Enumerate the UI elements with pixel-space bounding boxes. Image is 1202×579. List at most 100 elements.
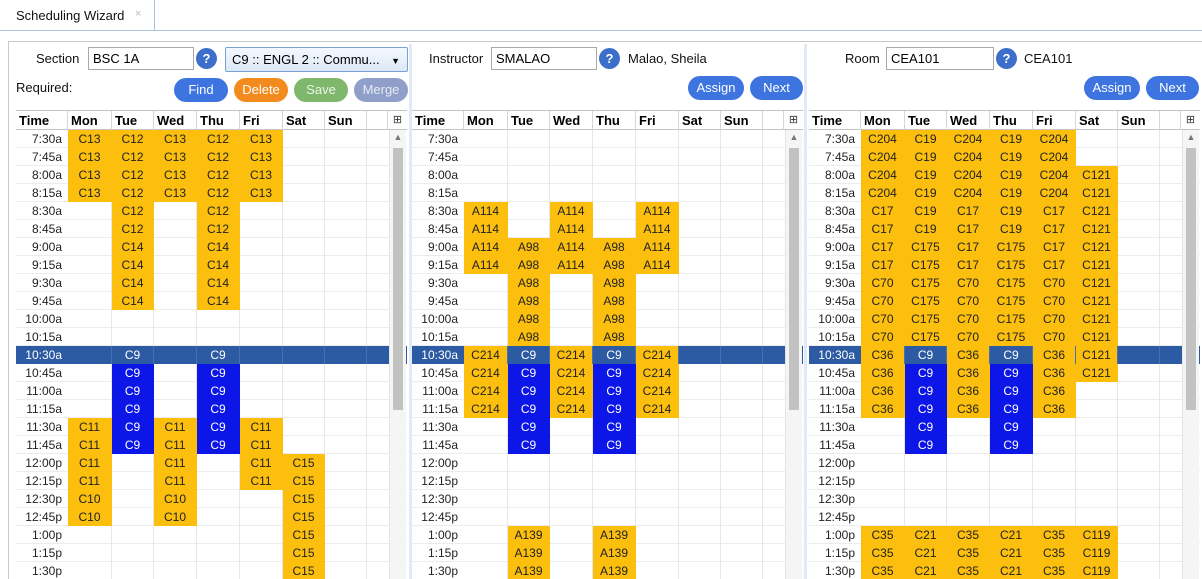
- empty-slot[interactable]: [636, 472, 679, 490]
- empty-slot[interactable]: [593, 220, 636, 238]
- empty-slot[interactable]: [154, 400, 197, 418]
- empty-slot[interactable]: [593, 508, 636, 526]
- schedule-block[interactable]: A98: [508, 328, 550, 346]
- schedule-block[interactable]: C121: [1076, 346, 1118, 364]
- empty-slot[interactable]: [325, 382, 367, 400]
- schedule-block[interactable]: C204: [947, 166, 990, 184]
- empty-slot[interactable]: [197, 328, 240, 346]
- empty-slot[interactable]: [283, 382, 325, 400]
- schedule-block[interactable]: C21: [905, 562, 947, 579]
- empty-slot[interactable]: [197, 526, 240, 544]
- schedule-block[interactable]: A114: [550, 256, 593, 274]
- room-next-button[interactable]: Next: [1146, 76, 1199, 100]
- schedule-block[interactable]: C121: [1076, 238, 1118, 256]
- schedule-block[interactable]: C35: [947, 544, 990, 562]
- schedule-block[interactable]: A98: [508, 256, 550, 274]
- column-chooser-icon[interactable]: ⊞: [387, 111, 407, 130]
- schedule-block[interactable]: C214: [464, 364, 508, 382]
- empty-slot[interactable]: [68, 328, 112, 346]
- schedule-block[interactable]: C19: [905, 148, 947, 166]
- table-row[interactable]: 8:30a C17 C19 C17 C19 C17 C121: [809, 202, 1200, 220]
- schedule-block[interactable]: A139: [593, 562, 636, 579]
- schedule-block[interactable]: C204: [1033, 148, 1076, 166]
- empty-slot[interactable]: [550, 328, 593, 346]
- schedule-block[interactable]: C70: [1033, 310, 1076, 328]
- empty-slot[interactable]: [721, 130, 763, 148]
- empty-slot[interactable]: [905, 454, 947, 472]
- schedule-block[interactable]: C9: [508, 418, 550, 436]
- schedule-block[interactable]: C9: [990, 346, 1033, 364]
- schedule-block[interactable]: C17: [1033, 256, 1076, 274]
- schedule-block[interactable]: C9: [905, 364, 947, 382]
- schedule-block[interactable]: C14: [112, 238, 154, 256]
- schedule-block[interactable]: C11: [154, 472, 197, 490]
- empty-slot[interactable]: [679, 328, 721, 346]
- schedule-block[interactable]: C11: [154, 418, 197, 436]
- table-row[interactable]: 12:30p: [809, 490, 1200, 508]
- empty-slot[interactable]: [112, 454, 154, 472]
- empty-slot[interactable]: [636, 130, 679, 148]
- schedule-block[interactable]: C15: [283, 454, 325, 472]
- schedule-block[interactable]: C9: [593, 346, 636, 364]
- empty-slot[interactable]: [636, 562, 679, 579]
- instructor-input[interactable]: [491, 47, 597, 70]
- table-row[interactable]: 12:00p: [809, 454, 1200, 472]
- schedule-block[interactable]: C9: [593, 418, 636, 436]
- empty-slot[interactable]: [325, 526, 367, 544]
- empty-slot[interactable]: [112, 544, 154, 562]
- empty-slot[interactable]: [721, 544, 763, 562]
- schedule-block[interactable]: A114: [464, 238, 508, 256]
- empty-slot[interactable]: [325, 184, 367, 202]
- table-row[interactable]: 9:15a C14 C14: [16, 256, 407, 274]
- empty-slot[interactable]: [861, 454, 905, 472]
- table-row[interactable]: 1:30p C15: [16, 562, 407, 579]
- table-row[interactable]: 12:00p: [412, 454, 803, 472]
- schedule-block[interactable]: C70: [1033, 328, 1076, 346]
- table-row[interactable]: 9:45a C14 C14: [16, 292, 407, 310]
- scrollbar-thumb[interactable]: [789, 148, 799, 410]
- empty-slot[interactable]: [550, 166, 593, 184]
- empty-slot[interactable]: [1118, 382, 1160, 400]
- schedule-block[interactable]: A114: [550, 202, 593, 220]
- schedule-block[interactable]: C121: [1076, 292, 1118, 310]
- schedule-block[interactable]: C19: [990, 220, 1033, 238]
- schedule-block[interactable]: C9: [905, 418, 947, 436]
- column-header-sat[interactable]: Sat: [283, 111, 325, 130]
- table-row[interactable]: 1:00p C35 C21 C35 C21 C35 C119: [809, 526, 1200, 544]
- empty-slot[interactable]: [636, 292, 679, 310]
- schedule-block[interactable]: C15: [283, 544, 325, 562]
- empty-slot[interactable]: [1076, 508, 1118, 526]
- schedule-block[interactable]: C19: [990, 148, 1033, 166]
- empty-slot[interactable]: [1076, 454, 1118, 472]
- schedule-block[interactable]: C36: [861, 400, 905, 418]
- empty-slot[interactable]: [1118, 310, 1160, 328]
- empty-slot[interactable]: [550, 508, 593, 526]
- schedule-block[interactable]: C9: [990, 418, 1033, 436]
- schedule-block[interactable]: C175: [990, 292, 1033, 310]
- schedule-block[interactable]: C214: [636, 382, 679, 400]
- empty-slot[interactable]: [154, 562, 197, 579]
- empty-slot[interactable]: [721, 184, 763, 202]
- empty-slot[interactable]: [508, 184, 550, 202]
- table-row[interactable]: 1:00p C15: [16, 526, 407, 544]
- empty-slot[interactable]: [636, 508, 679, 526]
- table-row[interactable]: 7:30a: [412, 130, 803, 148]
- empty-slot[interactable]: [1076, 382, 1118, 400]
- schedule-block[interactable]: C12: [112, 148, 154, 166]
- schedule-block[interactable]: C70: [861, 328, 905, 346]
- schedule-block[interactable]: A98: [508, 238, 550, 256]
- empty-slot[interactable]: [721, 274, 763, 292]
- schedule-block[interactable]: A114: [550, 220, 593, 238]
- empty-slot[interactable]: [679, 382, 721, 400]
- empty-slot[interactable]: [636, 328, 679, 346]
- empty-slot[interactable]: [679, 562, 721, 579]
- schedule-block[interactable]: C9: [905, 436, 947, 454]
- empty-slot[interactable]: [508, 148, 550, 166]
- schedule-block[interactable]: C13: [240, 166, 283, 184]
- schedule-block[interactable]: C204: [1033, 184, 1076, 202]
- empty-slot[interactable]: [593, 202, 636, 220]
- schedule-block[interactable]: A139: [508, 544, 550, 562]
- empty-slot[interactable]: [679, 508, 721, 526]
- empty-slot[interactable]: [68, 256, 112, 274]
- schedule-block[interactable]: C12: [112, 166, 154, 184]
